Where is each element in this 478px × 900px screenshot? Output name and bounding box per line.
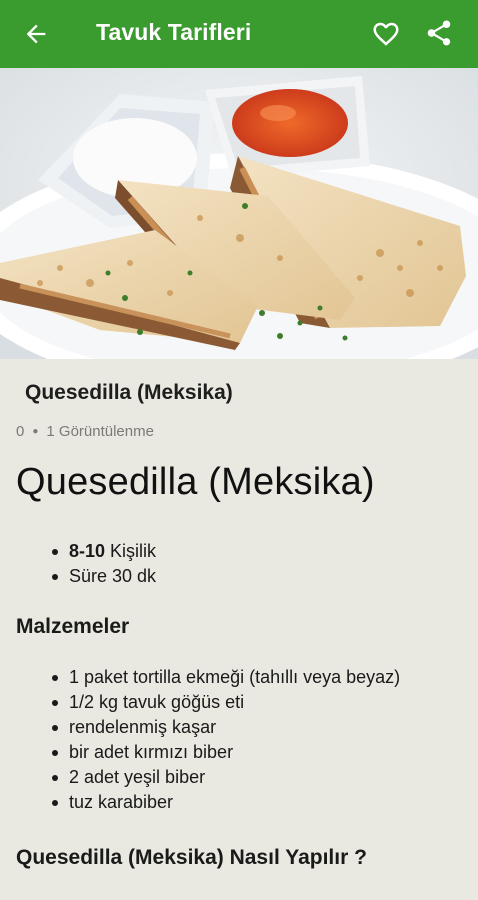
ingredient-item: tuz karabiber: [52, 790, 400, 815]
duration-label: Süre 30 dk: [69, 566, 157, 586]
instructions-heading: Quesedilla (Meksika) Nasıl Yapılır ?: [16, 846, 367, 869]
recipe-meta: 0 ● 1 Görüntülenme: [16, 423, 154, 440]
ingredients-heading: Malzemeler: [16, 615, 130, 638]
separator-dot: ●: [32, 426, 39, 437]
recipe-photo: [0, 68, 478, 359]
duration-item: Süre 30 dk: [52, 564, 156, 589]
servings-label: Kişilik: [105, 541, 157, 561]
arrow-left-icon[interactable]: [22, 20, 50, 48]
ingredient-item: 1/2 kg tavuk göğüs eti: [52, 690, 400, 715]
servings-item: 8-10 Kişilik: [52, 539, 156, 564]
ingredient-item: bir adet kırmızı biber: [52, 740, 400, 765]
ingredient-item: rendelenmiş kaşar: [52, 715, 400, 740]
recipe-title: Quesedilla (Meksika): [16, 461, 375, 503]
like-count: 0: [16, 423, 25, 440]
recipe-subtitle: Quesedilla (Meksika): [25, 381, 233, 404]
quesadilla-illustration: [0, 68, 478, 359]
servings-value: 8-10: [69, 541, 106, 561]
ingredient-item: 1 paket tortilla ekmeği (tahıllı veya be…: [52, 665, 400, 690]
heart-icon[interactable]: [371, 19, 401, 49]
recipe-info-list: 8-10 Kişilik Süre 30 dk: [52, 539, 156, 589]
ingredient-item: 2 adet yeşil biber: [52, 765, 400, 790]
recipe-content: Quesedilla (Meksika) 0 ● 1 Görüntülenme Qu…: [0, 359, 478, 900]
app-bar: Tavuk Tarifleri: [0, 0, 478, 68]
ingredients-list: 1 paket tortilla ekmeği (tahıllı veya be…: [52, 665, 400, 815]
share-icon[interactable]: [424, 18, 454, 48]
app-title: Tavuk Tarifleri: [96, 19, 252, 45]
view-count: 1 Görüntülenme: [46, 423, 154, 440]
